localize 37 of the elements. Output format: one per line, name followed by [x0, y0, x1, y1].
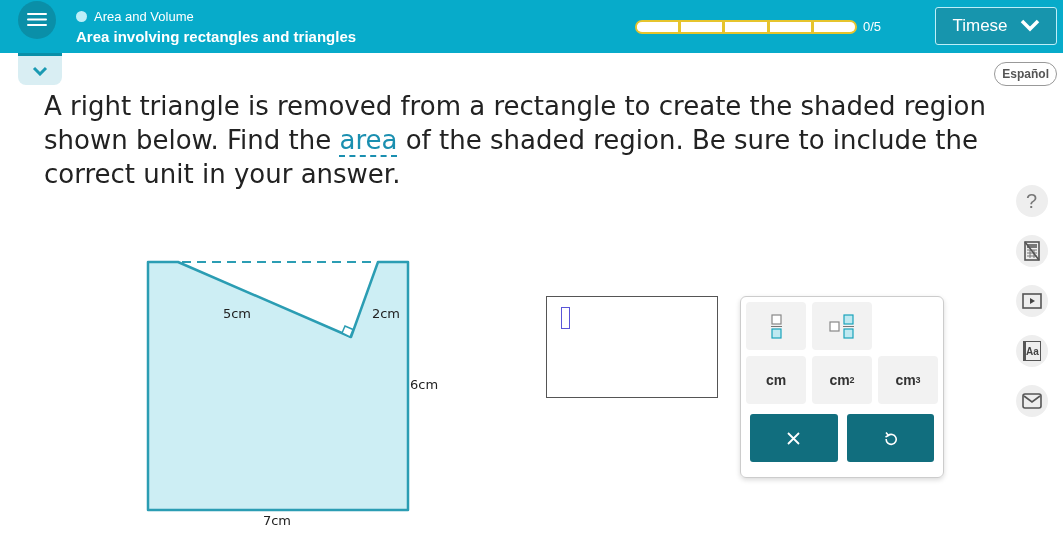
dimension-label: 6cm: [410, 377, 439, 392]
text-cursor-icon: [561, 307, 570, 329]
fraction-icon: [769, 313, 783, 339]
play-icon: [1021, 293, 1042, 309]
collapse-button[interactable]: [18, 53, 62, 85]
dimension-label: 7cm: [262, 513, 292, 528]
answer-field[interactable]: [546, 296, 718, 398]
topic-label: Area and Volume: [94, 8, 194, 24]
undo-icon: [883, 430, 897, 446]
glossary-button[interactable]: Aa: [1015, 335, 1048, 367]
language-toggle[interactable]: Español: [994, 62, 1057, 86]
right-angle-mark: [341, 325, 354, 339]
mixed-number-icon: [828, 313, 856, 339]
lesson-title: Area involving rectangles and triangles: [76, 27, 358, 45]
glossary-link[interactable]: area: [339, 125, 398, 157]
calculator-icon: [1023, 241, 1040, 261]
menu-icon: [27, 12, 47, 27]
message-button[interactable]: [1015, 385, 1048, 417]
unit-key[interactable]: cm: [746, 356, 806, 404]
unit-key[interactable]: cm$^{2}$: [812, 356, 872, 404]
envelope-icon: [1021, 393, 1042, 409]
chevron-down-icon: [32, 65, 48, 76]
menu-button[interactable]: [18, 0, 56, 39]
book-icon: Aa: [1022, 341, 1041, 361]
undo-button[interactable]: [846, 414, 934, 462]
dimension-label: 2cm: [371, 306, 401, 321]
help-button[interactable]: ?: [1015, 185, 1048, 217]
dimension-label: 5cm: [222, 306, 252, 321]
topic-dot-icon: [76, 10, 87, 22]
video-button[interactable]: [1015, 285, 1048, 317]
calculator-button[interactable]: [1015, 235, 1048, 267]
chevron-icon: [1019, 19, 1040, 32]
language-dropdown[interactable]: Timese: [935, 6, 1057, 45]
close-icon: [787, 431, 801, 445]
progress-count: 0/5: [862, 19, 881, 34]
unit-key[interactable]: cm$^{3}$: [878, 356, 938, 404]
question-text: A right triangle is removed from a rectangle to create the shaded region shown below. Find the area of the shaded region. Be sure to include the correct unit in your answer.: [43, 90, 987, 191]
